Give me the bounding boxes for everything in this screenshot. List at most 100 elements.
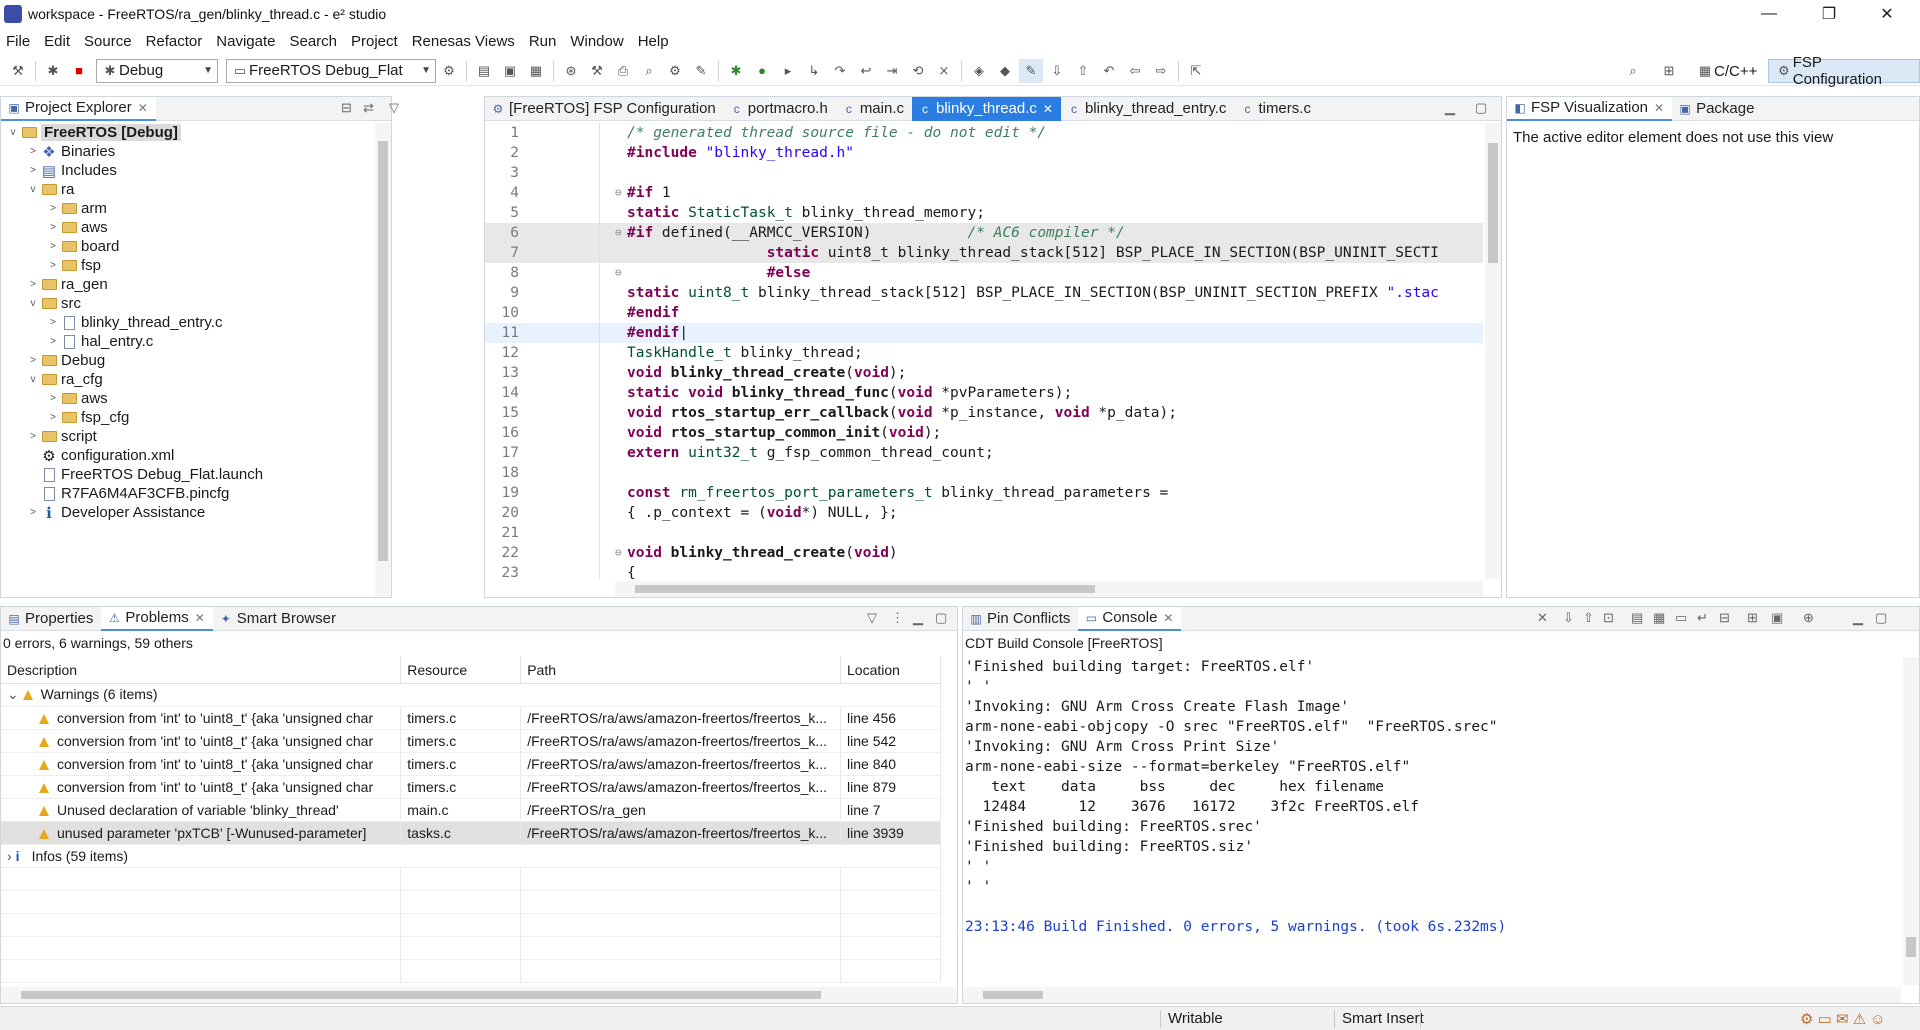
group-row-warnings[interactable]: ⌄ Warnings (6 items) bbox=[1, 683, 941, 707]
tab-package[interactable]: ▣ Package bbox=[1672, 97, 1762, 121]
tree-item[interactable]: > ❖ Binaries bbox=[1, 142, 373, 161]
clear-console-icon[interactable]: ▭ bbox=[1675, 610, 1687, 626]
new-console-icon[interactable]: ⊕ bbox=[1803, 610, 1814, 626]
collapse-all-icon[interactable]: ⊟ bbox=[341, 100, 352, 116]
tree-item[interactable]: FreeRTOS Debug_Flat.launch bbox=[1, 465, 373, 484]
build-icon[interactable]: ⚒ bbox=[585, 59, 609, 83]
open-console-icon[interactable]: ⊞ bbox=[1747, 610, 1758, 626]
editor-tab[interactable]: ⚙ [FreeRTOS] FSP Configuration bbox=[485, 97, 724, 121]
scroll-down-icon[interactable]: ⇩ bbox=[1563, 610, 1574, 626]
menu-refactor[interactable]: Refactor bbox=[146, 33, 203, 50]
last-edit-icon[interactable]: ↶ bbox=[1097, 59, 1121, 83]
close-icon[interactable]: ✕ bbox=[1163, 611, 1173, 625]
chevron-right-icon[interactable]: > bbox=[47, 241, 59, 252]
editor-tab[interactable]: c main.c bbox=[836, 97, 912, 121]
column-resource[interactable]: Resource bbox=[400, 657, 522, 684]
fold-toggle-icon[interactable]: ⊖ bbox=[615, 183, 627, 203]
editor-tab[interactable]: c blinky_thread_entry.c bbox=[1061, 97, 1234, 121]
column-description[interactable]: Description bbox=[1, 657, 402, 684]
perspective-cpp[interactable]: ▦ C/C++ bbox=[1690, 59, 1763, 83]
table-row[interactable]: conversion from 'int' to 'uint8_t' {aka … bbox=[1, 729, 941, 753]
scrollbar-thumb[interactable] bbox=[378, 141, 388, 561]
tree-item[interactable]: > ℹ Developer Assistance bbox=[1, 503, 373, 522]
build-all-icon[interactable]: ⊛ bbox=[559, 59, 583, 83]
step-into-icon[interactable]: ↳ bbox=[802, 59, 826, 83]
next-annotation-icon[interactable]: ⇩ bbox=[1045, 59, 1069, 83]
scrollbar-thumb[interactable] bbox=[1906, 937, 1916, 957]
maximize-view-icon[interactable]: ▢ bbox=[1475, 100, 1487, 116]
tree-item[interactable]: v FreeRTOS [Debug] bbox=[1, 123, 373, 142]
chevron-right-icon[interactable]: > bbox=[47, 412, 59, 423]
instruction-step-icon[interactable]: ⇥ bbox=[880, 59, 904, 83]
search-file-icon[interactable]: ⌕ bbox=[637, 59, 661, 83]
close-icon[interactable]: ✕ bbox=[138, 101, 148, 115]
menu-renesas-views[interactable]: Renesas Views bbox=[412, 33, 515, 50]
close-window-button[interactable]: ✕ bbox=[1864, 0, 1910, 28]
chevron-right-icon[interactable]: > bbox=[27, 507, 39, 518]
step-return-icon[interactable]: ↩ bbox=[854, 59, 878, 83]
chevron-right-icon[interactable]: > bbox=[27, 431, 39, 442]
tab-console[interactable]: ▭ Console ✕ bbox=[1078, 606, 1182, 631]
debug-launch-icon[interactable]: ✱ bbox=[724, 59, 748, 83]
code-area[interactable]: 1 /* generated thread source file - do no… bbox=[485, 123, 1483, 579]
editor-tab[interactable]: c portmacro.h bbox=[724, 97, 836, 121]
menu-run[interactable]: Run bbox=[529, 33, 557, 50]
mark-occurrences-icon[interactable]: ✎ bbox=[1019, 58, 1043, 83]
chevron-right-icon[interactable]: > bbox=[27, 279, 39, 290]
tree-item[interactable]: > ra_gen bbox=[1, 275, 373, 294]
menu-project[interactable]: Project bbox=[351, 33, 398, 50]
paste-icon[interactable]: ▦ bbox=[1653, 610, 1665, 626]
tab-pin-conflicts[interactable]: ▥ Pin Conflicts bbox=[963, 607, 1078, 631]
editor-tab[interactable]: c blinky_thread.c ✕ bbox=[912, 96, 1061, 121]
tree-item[interactable]: > arm bbox=[1, 199, 373, 218]
tab-problems[interactable]: ⚠ Problems ✕ bbox=[101, 606, 213, 631]
tree-item[interactable]: R7FA6M4AF3CFB.pincfg bbox=[1, 484, 373, 503]
table-row[interactable]: conversion from 'int' to 'uint8_t' {aka … bbox=[1, 752, 941, 776]
column-path[interactable]: Path bbox=[520, 657, 842, 684]
save-icon[interactable]: ▣ bbox=[498, 59, 522, 83]
filter-icon[interactable]: ▽ bbox=[389, 100, 399, 116]
console-output[interactable]: 'Finished building target: FreeRTOS.elf'… bbox=[965, 657, 1901, 985]
tab-smart-browser[interactable]: ✦ Smart Browser bbox=[213, 607, 344, 631]
tab-properties[interactable]: ▤ Properties bbox=[1, 607, 101, 631]
chevron-right-icon[interactable]: > bbox=[27, 355, 39, 366]
step-over-icon[interactable]: ↷ bbox=[828, 59, 852, 83]
scroll-up-icon[interactable]: ⇧ bbox=[1583, 610, 1594, 626]
scrollbar-thumb[interactable] bbox=[1488, 143, 1498, 263]
tree-item[interactable]: > hal_entry.c bbox=[1, 332, 373, 351]
run-icon[interactable]: ● bbox=[750, 59, 774, 83]
tree-item[interactable]: > aws bbox=[1, 389, 373, 408]
tree-item[interactable]: v src bbox=[1, 294, 373, 313]
menu-file[interactable]: File bbox=[6, 33, 30, 50]
reset-icon[interactable]: ⟲ bbox=[906, 59, 930, 83]
search-icon[interactable]: ⌕ bbox=[1621, 59, 1645, 83]
chevron-right-icon[interactable]: > bbox=[27, 165, 39, 176]
launch-config-select[interactable]: ▭ FreeRTOS Debug_Flat ▼ bbox=[226, 58, 436, 83]
tree-item[interactable]: v ra bbox=[1, 180, 373, 199]
view-menu-icon[interactable]: ⋮ bbox=[891, 610, 904, 626]
table-row[interactable]: conversion from 'int' to 'uint8_t' {aka … bbox=[1, 775, 941, 799]
console-hscrollbar[interactable] bbox=[963, 987, 1901, 1003]
close-icon[interactable]: ✕ bbox=[195, 611, 205, 625]
build-config-select[interactable]: ✱ Debug ▼ bbox=[96, 58, 218, 83]
scrollbar-thumb[interactable] bbox=[21, 991, 821, 999]
open-perspective-icon[interactable]: ⊞ bbox=[1657, 59, 1681, 83]
column-location[interactable]: Location bbox=[840, 657, 941, 684]
menu-search[interactable]: Search bbox=[289, 33, 337, 50]
chevron-down-icon[interactable]: v bbox=[27, 374, 39, 385]
chevron-right-icon[interactable]: > bbox=[47, 336, 59, 347]
stop-icon[interactable]: ■ bbox=[67, 59, 91, 83]
chevron-down-icon[interactable]: ⌄ bbox=[7, 686, 23, 702]
maximize-view-icon[interactable]: ▢ bbox=[1875, 610, 1887, 626]
menu-edit[interactable]: Edit bbox=[44, 33, 70, 50]
open-element-icon[interactable]: ◆ bbox=[993, 59, 1017, 83]
close-icon[interactable]: ✕ bbox=[1043, 102, 1053, 116]
tab-project-explorer[interactable]: ▣ Project Explorer ✕ bbox=[1, 96, 156, 121]
tree-item[interactable]: > aws bbox=[1, 218, 373, 237]
minimize-view-icon[interactable]: ▁ bbox=[1853, 610, 1863, 626]
tree-item[interactable]: ⚙ configuration.xml bbox=[1, 446, 373, 465]
filter-icon[interactable]: ▽ bbox=[867, 610, 877, 626]
minimize-view-icon[interactable]: ▁ bbox=[913, 610, 923, 626]
fold-toggle-icon[interactable]: ⊖ bbox=[615, 543, 627, 563]
table-row[interactable]: unused parameter 'pxTCB' [-Wunused-param… bbox=[1, 821, 941, 845]
